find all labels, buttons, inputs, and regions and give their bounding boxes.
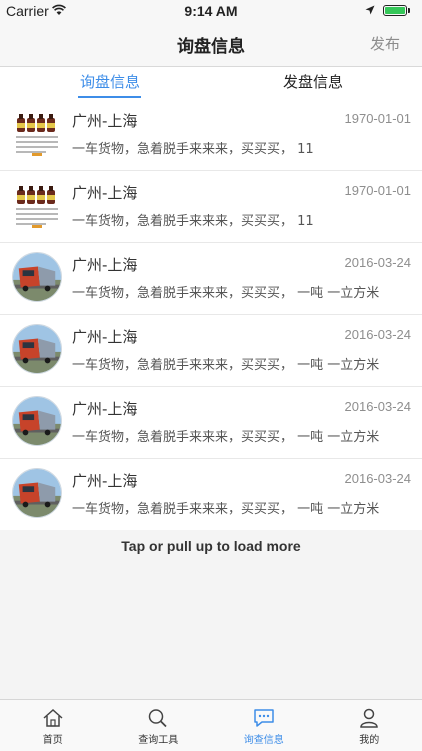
clock: 9:14 AM [0, 3, 422, 19]
route-label: 广州-上海 [72, 326, 137, 347]
tab-inquiry[interactable]: 询查信息 [211, 700, 317, 751]
list-item[interactable]: 广州-上海 2016-03-24 一车货物，急着脱手来来来，买买买， 一吨 一立… [0, 387, 422, 459]
product-bottles-thumbnail [12, 180, 62, 230]
tab-home[interactable]: 首页 [0, 700, 106, 751]
location-arrow-icon [365, 5, 375, 15]
route-label: 广州-上海 [72, 470, 137, 491]
active-tab-indicator [78, 96, 141, 98]
inquiry-list: 广州-上海 1970-01-01 一车货物，急着脱手来来来，买买买， 11 广州… [0, 99, 422, 530]
date-label: 2016-03-24 [345, 255, 412, 270]
description-text: 一车货物，急着脱手来来来，买买买， 一吨 一立方米 [72, 354, 379, 373]
tab-query-tools[interactable]: 查询工具 [106, 700, 212, 751]
tab-offer-info[interactable]: 发盘信息 [283, 71, 343, 92]
status-bar: Carrier 9:14 AM [0, 0, 422, 22]
tab-bar: 首页 查询工具 询查信息 我的 [0, 699, 422, 751]
tab-home-label: 首页 [0, 731, 106, 746]
description-text: 一车货物，急着脱手来来来，买买买， 11 [72, 210, 314, 229]
segment-tabs: 询盘信息 发盘信息 [0, 67, 422, 100]
description-text: 一车货物，急着脱手来来来，买买买， 11 [72, 138, 314, 157]
route-label: 广州-上海 [72, 182, 137, 203]
tab-mine-label: 我的 [317, 731, 422, 746]
truck-avatar [12, 396, 62, 446]
route-label: 广州-上海 [72, 398, 137, 419]
date-label: 1970-01-01 [345, 183, 412, 198]
description-text: 一车货物，急着脱手来来来，买买买， 一吨 一立方米 [72, 426, 379, 445]
load-more-button[interactable]: Tap or pull up to load more [0, 538, 422, 554]
description-text: 一车货物，急着脱手来来来，买买买， 一吨 一立方米 [72, 498, 379, 517]
date-label: 2016-03-24 [345, 399, 412, 414]
page-title: 询盘信息 [0, 32, 422, 57]
date-label: 1970-01-01 [345, 111, 412, 126]
battery-icon [383, 5, 407, 16]
tab-inquiry-label: 询查信息 [211, 731, 317, 746]
home-icon [42, 708, 64, 728]
list-item[interactable]: 广州-上海 2016-03-24 一车货物，急着脱手来来来，买买买， 一吨 一立… [0, 459, 422, 530]
person-icon [358, 708, 380, 728]
chat-icon [253, 708, 275, 728]
list-item[interactable]: 广州-上海 1970-01-01 一车货物，急着脱手来来来，买买买， 11 [0, 171, 422, 243]
list-item[interactable]: 广州-上海 2016-03-24 一车货物，急着脱手来来来，买买买， 一吨 一立… [0, 243, 422, 315]
list-item[interactable]: 广州-上海 2016-03-24 一车货物，急着脱手来来来，买买买， 一吨 一立… [0, 315, 422, 387]
route-label: 广州-上海 [72, 110, 137, 131]
description-text: 一车货物，急着脱手来来来，买买买， 一吨 一立方米 [72, 282, 379, 301]
tab-query-tools-label: 查询工具 [106, 731, 212, 746]
list-item[interactable]: 广州-上海 1970-01-01 一车货物，急着脱手来来来，买买买， 11 [0, 99, 422, 171]
tab-mine[interactable]: 我的 [317, 700, 422, 751]
truck-avatar [12, 252, 62, 302]
search-icon [147, 708, 169, 728]
tab-inquiry-info[interactable]: 询盘信息 [80, 71, 140, 92]
truck-avatar [12, 324, 62, 374]
date-label: 2016-03-24 [345, 327, 412, 342]
product-bottles-thumbnail [12, 108, 62, 158]
route-label: 广州-上海 [72, 254, 137, 275]
date-label: 2016-03-24 [345, 471, 412, 486]
truck-avatar [12, 468, 62, 518]
navigation-bar: 询盘信息 发布 [0, 22, 422, 67]
publish-button[interactable]: 发布 [370, 33, 400, 54]
